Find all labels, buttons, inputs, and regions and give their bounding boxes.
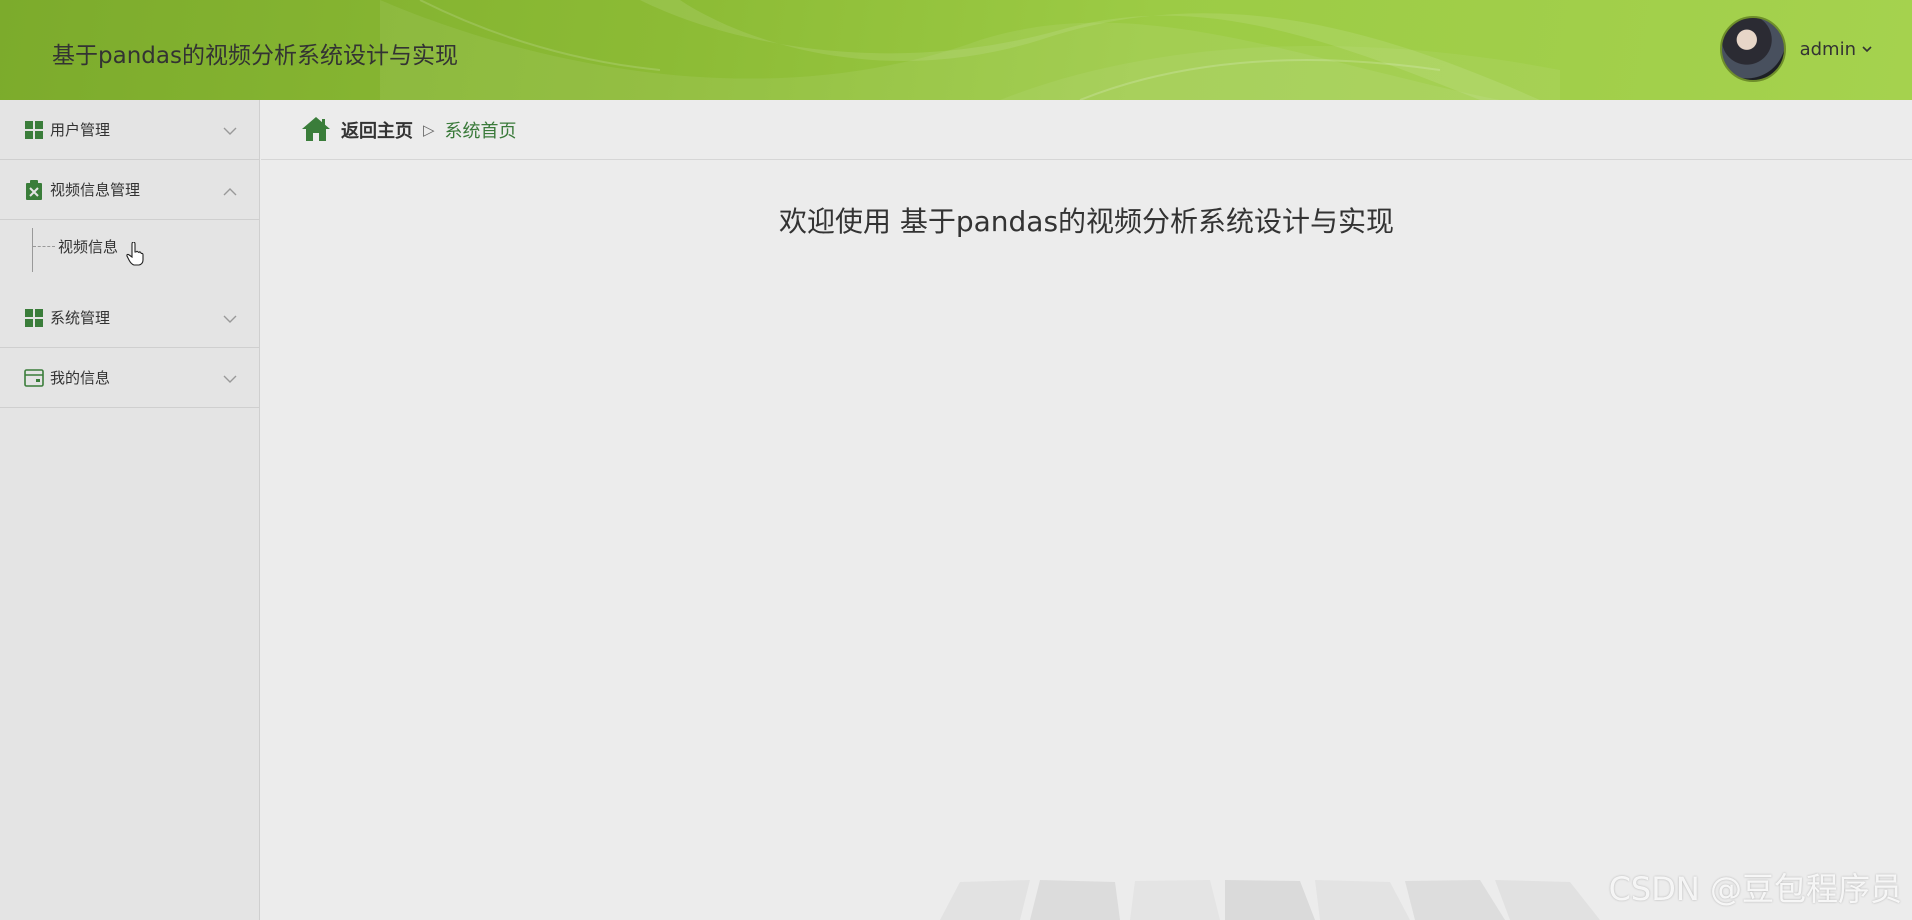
breadcrumb-home-link[interactable]: 返回主页 [341,117,413,143]
submenu-item-video-info[interactable]: 视频信息 [58,236,118,257]
sidebar-item-label: 用户管理 [50,121,111,139]
sidebar-item-label: 视频信息管理 [50,181,141,199]
watermark: CSDN @豆包程序员 [1608,870,1902,908]
avatar[interactable] [1719,16,1786,82]
chevron-down-icon [223,310,237,328]
hand-cursor-icon [126,241,144,270]
username-label: admin [1799,38,1856,60]
chevron-down-icon [1862,42,1872,56]
tree-line [32,228,33,272]
clipboard-icon [24,179,44,200]
top-header: 基于pandas的视频分析系统设计与实现 admin [0,0,1912,100]
username-dropdown[interactable]: admin [1800,39,1872,60]
chevron-up-icon [223,182,237,200]
tree-branch [33,246,55,247]
sidebar: 用户管理 视频信息管理 视频信息 系统管理 我的信息 [0,100,260,920]
home-icon[interactable] [301,116,331,144]
card-icon [24,368,44,388]
submenu-video-info: 视频信息 [0,220,259,288]
user-menu[interactable]: admin [1719,16,1872,82]
breadcrumb: 返回主页 ▷ 系统首页 [261,100,1912,160]
chevron-down-icon [223,370,237,388]
sidebar-item-label: 我的信息 [50,369,111,387]
breadcrumb-current: 系统首页 [444,120,517,142]
breadcrumb-separator: ▷ [423,120,435,139]
grid-icon [24,120,44,140]
welcome-message: 欢迎使用 基于pandas的视频分析系统设计与实现 [778,205,1395,238]
sidebar-item-user-management[interactable]: 用户管理 [0,100,259,160]
grid-icon [24,308,44,328]
sidebar-item-my-info[interactable]: 我的信息 [0,348,259,408]
sidebar-item-video-info-management[interactable]: 视频信息管理 [0,160,259,220]
app-title: 基于pandas的视频分析系统设计与实现 [52,43,458,69]
bottom-decoration [940,880,1600,920]
sidebar-item-system-management[interactable]: 系统管理 [0,288,259,348]
sidebar-item-label: 系统管理 [50,309,111,327]
chevron-down-icon [223,122,237,140]
